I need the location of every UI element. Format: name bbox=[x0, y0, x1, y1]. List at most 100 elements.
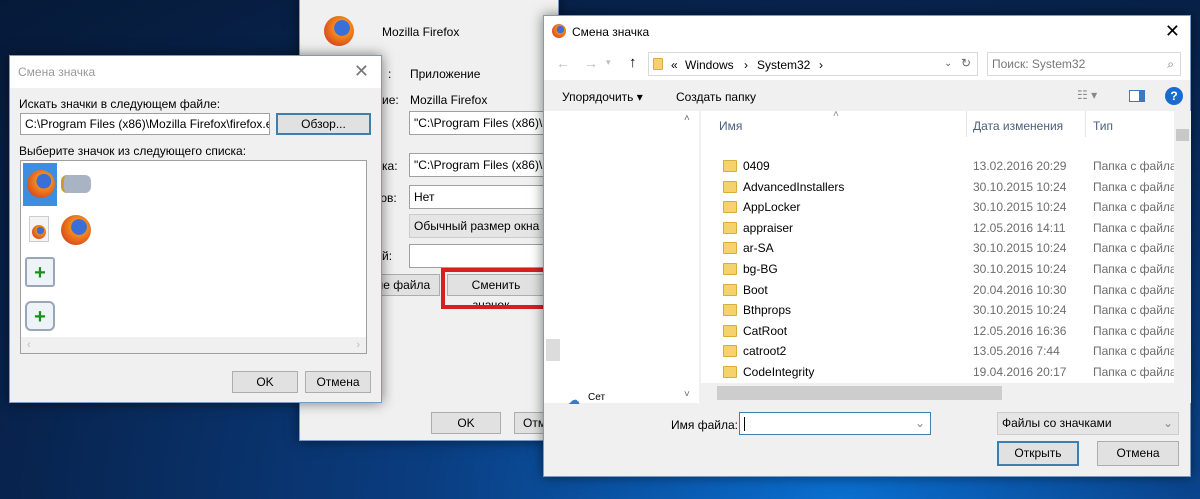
cancel-button[interactable]: Отмена bbox=[1097, 441, 1179, 466]
file-date: 30.10.2015 10:24 bbox=[973, 303, 1067, 318]
file-list[interactable]: ˄ Имя Дата изменения Тип 0409 13.02.2016… bbox=[701, 111, 1191, 403]
file-name: catroot2 bbox=[743, 344, 787, 359]
browse-button[interactable]: Обзор... bbox=[276, 113, 371, 135]
icon-mask[interactable] bbox=[61, 175, 91, 193]
target-field[interactable]: "C:\Program Files (x86)\Mozi bbox=[409, 111, 559, 135]
icon-list[interactable]: + + ‹ › bbox=[20, 160, 367, 354]
breadcrumb-system32[interactable]: System32 bbox=[757, 58, 810, 72]
file-name: appraiser bbox=[743, 220, 794, 235]
nav-pane[interactable]: ˄ ☁ Сет ˅ bbox=[544, 111, 699, 407]
column-date[interactable]: Дата изменения bbox=[973, 119, 1063, 133]
file-name: AdvancedInstallers bbox=[743, 179, 845, 194]
file-date: 20.04.2016 10:30 bbox=[973, 282, 1067, 297]
nav-scroll-up[interactable]: ˄ bbox=[684, 113, 690, 124]
open-button[interactable]: Открыть bbox=[997, 441, 1079, 466]
file-row[interactable]: ar-SA 30.10.2015 10:24 Папка с файлами bbox=[701, 238, 1191, 258]
location-value: Mozilla Firefox bbox=[410, 93, 488, 107]
breadcrumb-separator: › bbox=[744, 58, 748, 72]
title-bar: Смена значка ✕ bbox=[544, 16, 1190, 48]
icon-firefox-selected[interactable] bbox=[23, 163, 57, 206]
sort-arrow-icon: ˄ bbox=[833, 111, 839, 120]
startin-field[interactable]: "C:\Program Files (x86)\Mozi bbox=[409, 153, 559, 177]
icon-document-firefox[interactable] bbox=[29, 216, 49, 242]
file-name: CatRoot bbox=[743, 323, 788, 338]
dialog-title: Смена значка bbox=[18, 65, 96, 79]
location-label: ие: bbox=[382, 93, 399, 107]
ok-button[interactable]: OK bbox=[232, 371, 298, 393]
file-row[interactable]: CodeIntegrity 19.04.2016 20:17 Папка с ф… bbox=[701, 362, 1191, 382]
file-row[interactable]: bg-BG 30.10.2015 10:24 Папка с файлами bbox=[701, 259, 1191, 279]
hotkey-field[interactable]: Нет bbox=[409, 185, 559, 209]
network-icon: ☁ bbox=[568, 393, 580, 407]
chevron-down-icon: ⌄ bbox=[1162, 416, 1173, 430]
icon-file-field[interactable]: C:\Program Files (x86)\Mozilla Firefox\f… bbox=[20, 113, 270, 135]
filename-dropdown-icon[interactable]: ⌄ bbox=[915, 413, 925, 433]
file-row[interactable]: Boot 20.04.2016 10:30 Папка с файлами bbox=[701, 280, 1191, 300]
view-options-icon[interactable]: ☷ ▾ bbox=[1077, 88, 1097, 102]
file-row[interactable]: 0409 13.02.2016 20:29 Папка с файлами bbox=[701, 156, 1191, 176]
breadcrumb-windows[interactable]: Windows bbox=[685, 58, 734, 72]
organize-menu[interactable]: Упорядочить ▾ bbox=[562, 90, 643, 104]
file-row[interactable]: appraiser 12.05.2016 14:11 Папка с файла… bbox=[701, 218, 1191, 238]
column-divider bbox=[966, 111, 967, 137]
file-row[interactable]: catroot2 13.05.2016 7:44 Папка с файлами bbox=[701, 341, 1191, 361]
breadcrumb-overflow[interactable]: « bbox=[671, 58, 678, 72]
file-type-select[interactable]: Файлы со значками ⌄ bbox=[997, 412, 1179, 435]
folder-icon bbox=[723, 160, 737, 172]
icon-window-add[interactable]: + bbox=[25, 257, 55, 287]
file-date: 13.02.2016 20:29 bbox=[973, 159, 1067, 173]
address-dropdown-icon[interactable]: ⌄ bbox=[944, 58, 952, 69]
cancel-button[interactable]: Отмена bbox=[305, 371, 371, 393]
column-name[interactable]: Имя bbox=[719, 119, 742, 133]
preview-pane-icon[interactable] bbox=[1129, 90, 1145, 102]
firefox-shortcut-icon bbox=[324, 16, 354, 46]
file-open-dialog: Смена значка ✕ ← → ▾ ↑ « Windows › Syste… bbox=[543, 15, 1191, 477]
firefox-icon bbox=[552, 24, 566, 38]
folder-icon bbox=[723, 263, 737, 275]
nav-scroll-down[interactable]: ˅ bbox=[684, 389, 690, 400]
search-placeholder: Поиск: System32 bbox=[992, 57, 1086, 71]
folder-icon bbox=[653, 58, 663, 70]
up-icon[interactable]: ↑ bbox=[629, 54, 637, 71]
comment-label: й: bbox=[382, 249, 393, 263]
close-icon[interactable]: ✕ bbox=[1165, 21, 1180, 42]
folder-icon bbox=[723, 242, 737, 255]
vertical-scrollbar[interactable] bbox=[1174, 111, 1191, 383]
file-name: 0409 bbox=[743, 159, 770, 173]
nav-scrollbar-thumb[interactable] bbox=[546, 339, 560, 361]
file-row[interactable]: CatRoot 12.05.2016 16:36 Папка с файлами bbox=[701, 321, 1191, 341]
file-row[interactable]: Bthprops 30.10.2015 10:24 Папка с файлам… bbox=[701, 300, 1191, 320]
folder-icon bbox=[723, 324, 737, 337]
file-row[interactable]: AdvancedInstallers 30.10.2015 10:24 Папк… bbox=[701, 177, 1191, 197]
new-folder-button[interactable]: Создать папку bbox=[676, 90, 756, 104]
column-type[interactable]: Тип bbox=[1093, 119, 1113, 133]
nav-item-network[interactable]: Сет bbox=[588, 392, 605, 402]
file-name: ar-SA bbox=[743, 241, 774, 256]
back-icon[interactable]: ← bbox=[556, 55, 570, 71]
breadcrumb[interactable]: « Windows › System32 › ⌄ ↻ bbox=[648, 52, 978, 76]
file-date: 30.10.2015 10:24 bbox=[973, 241, 1067, 256]
horizontal-scrollbar[interactable]: ‹ › bbox=[21, 337, 366, 353]
run-select[interactable]: Обычный размер окна bbox=[409, 214, 559, 238]
search-icon: ⌕ bbox=[1167, 57, 1174, 71]
type-value: Приложение bbox=[410, 67, 481, 81]
forward-icon[interactable]: → bbox=[584, 55, 598, 71]
horizontal-scrollbar[interactable] bbox=[701, 383, 1191, 403]
refresh-icon[interactable]: ↻ bbox=[961, 56, 971, 70]
file-row[interactable]: AppLocker 30.10.2015 10:24 Папка с файла… bbox=[701, 197, 1191, 217]
icon-bag-add[interactable]: + bbox=[25, 301, 55, 331]
file-name: bg-BG bbox=[743, 262, 778, 276]
filename-input[interactable]: ⌄ bbox=[739, 412, 931, 435]
folder-icon bbox=[723, 201, 737, 214]
recent-chevron-icon[interactable]: ▾ bbox=[606, 57, 611, 68]
search-input[interactable]: Поиск: System32 ⌕ bbox=[987, 52, 1181, 76]
ok-button[interactable]: OK bbox=[431, 412, 501, 434]
file-type-value: Файлы со значками bbox=[1002, 416, 1112, 430]
comment-field[interactable] bbox=[409, 244, 559, 268]
file-name: AppLocker bbox=[743, 200, 801, 215]
help-icon[interactable]: ? bbox=[1165, 87, 1183, 105]
startin-label: ка: bbox=[382, 159, 398, 173]
icon-firefox-large[interactable] bbox=[61, 215, 91, 245]
search-file-label: Искать значки в следующем файле: bbox=[19, 97, 221, 111]
close-icon[interactable]: ✕ bbox=[354, 61, 369, 82]
